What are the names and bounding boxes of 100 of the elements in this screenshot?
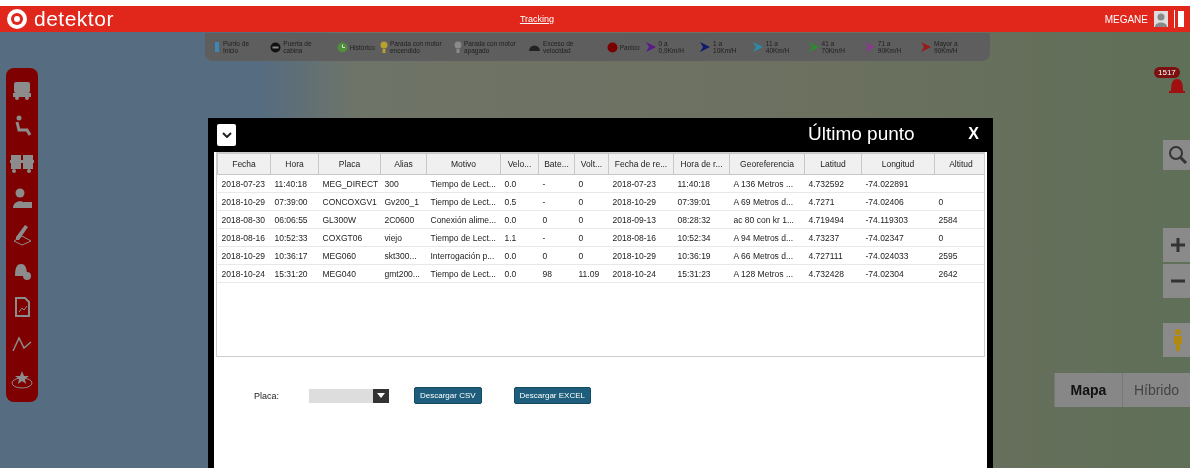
- table-cell: ac 80 con kr 1...: [733, 214, 794, 225]
- plate-select[interactable]: [309, 388, 389, 403]
- table-cell: 98: [542, 268, 552, 279]
- search-button[interactable]: [1163, 140, 1190, 170]
- table-cell: 4.732428: [808, 268, 844, 279]
- table-cell: 2018-10-24: [612, 268, 656, 279]
- logout-icon[interactable]: [1174, 10, 1184, 28]
- column-header[interactable]: Fecha de re...: [608, 153, 674, 175]
- table-cell: 4.732592: [808, 178, 844, 189]
- arrow-icon: [920, 41, 933, 53]
- column-header[interactable]: Volt...: [574, 153, 609, 175]
- column-header[interactable]: Longitud: [861, 153, 935, 175]
- table-cell: COXGT06: [322, 232, 363, 243]
- zoom-out-button[interactable]: [1163, 264, 1190, 298]
- table-cell: 10:52:33: [274, 232, 308, 243]
- table-cell: 0: [578, 214, 584, 225]
- table-cell: skt300...: [384, 250, 417, 261]
- table-cell: -: [542, 178, 546, 189]
- column-header[interactable]: Velo...: [500, 153, 539, 175]
- table-cell: 10:52:34: [677, 232, 711, 243]
- pegman-icon: [1172, 328, 1184, 352]
- column-header[interactable]: Alias: [380, 153, 427, 175]
- table-cell: 06:06:55: [274, 214, 308, 225]
- table-cell: CONCOXGV1: [322, 196, 377, 207]
- table-cell: -74.022891: [865, 178, 909, 189]
- table-cell: 2C0600: [384, 214, 415, 225]
- dot-icon: [606, 41, 618, 53]
- search-icon: [1168, 145, 1188, 165]
- table-cell: GL300W: [322, 214, 357, 225]
- caret-icon: [377, 393, 385, 398]
- collapse-button[interactable]: [217, 124, 236, 146]
- table-cell: 2018-08-16: [612, 232, 656, 243]
- table-cell: 2018-07-23: [612, 178, 656, 189]
- table-cell: 0: [938, 232, 944, 243]
- column-header[interactable]: Latitud: [804, 153, 862, 175]
- alarm-bell-icon[interactable]: [1168, 76, 1186, 96]
- column-header[interactable]: Georeferencia: [729, 153, 805, 175]
- arrow-icon: [644, 41, 657, 53]
- column-header[interactable]: Hora: [270, 153, 319, 175]
- person-car-icon: [10, 186, 34, 211]
- table-cell: 0: [578, 178, 584, 189]
- arrow-icon: [863, 41, 876, 53]
- table-cell: 07:39:00: [274, 196, 308, 207]
- logo-text: detektor: [34, 7, 114, 31]
- table-cell: 0: [938, 196, 944, 207]
- table-cell: 2018-08-16: [221, 232, 265, 243]
- column-header[interactable]: Hora de r...: [673, 153, 730, 175]
- table-cell: -: [542, 196, 546, 207]
- avatar-icon[interactable]: [1154, 11, 1168, 27]
- table-cell: Conexión alime...: [430, 214, 497, 225]
- table-cell: Tiempo de Lect...: [430, 268, 496, 279]
- close-button[interactable]: X: [968, 125, 979, 143]
- table-cell: 4.719494: [808, 214, 844, 225]
- minus-icon: [1171, 279, 1185, 283]
- table-cell: 15:31:20: [274, 268, 308, 279]
- table-cell: gmt200...: [384, 268, 420, 279]
- column-header[interactable]: Motivo: [426, 153, 501, 175]
- table-cell: 08:28:32: [677, 214, 711, 225]
- table-cell: 11:40:18: [274, 178, 307, 189]
- table-cell: 15:31:23: [677, 268, 711, 279]
- table-cell: 0.0: [504, 214, 517, 225]
- table-cell: Tiempo de Lect...: [430, 178, 496, 189]
- table-cell: MEG060: [322, 250, 357, 261]
- column-header[interactable]: Bate...: [538, 153, 575, 175]
- table-cell: -: [542, 232, 546, 243]
- table-cell: 0: [578, 250, 584, 261]
- table-cell: Tiempo de Lect...: [430, 196, 496, 207]
- table-cell: 0.5: [504, 196, 517, 207]
- download-button[interactable]: Descargar CSV: [414, 387, 482, 404]
- column-header[interactable]: Altitud: [934, 153, 984, 175]
- table-cell: 0.0: [504, 250, 517, 261]
- table-cell: 10:36:19: [677, 250, 711, 261]
- column-header[interactable]: Fecha: [217, 153, 271, 175]
- column-header[interactable]: Placa: [318, 153, 381, 175]
- table-cell: Interrogación p...: [430, 250, 495, 261]
- plus-icon: [1171, 238, 1185, 252]
- table-cell: 0.0: [504, 268, 517, 279]
- table-cell: MEG040: [322, 268, 357, 279]
- dialog-title: Último punto: [808, 123, 915, 145]
- table-cell: 2642: [938, 268, 958, 279]
- table-cell: 2018-07-23: [221, 178, 265, 189]
- table-cell: 0: [578, 232, 584, 243]
- pin-icon: [213, 41, 221, 53]
- tracking-link[interactable]: Tracking: [519, 14, 555, 24]
- table-cell: 0.0: [504, 178, 517, 189]
- arrow-icon: [751, 41, 764, 53]
- user-name: MEGANE: [1104, 13, 1148, 25]
- table-cell: -74.02304: [865, 268, 904, 279]
- table-cell: 0: [542, 214, 548, 225]
- table-cell: 4.73237: [808, 232, 840, 243]
- alert-count: 1517: [1154, 67, 1180, 78]
- table-cell: 2018-10-29: [612, 196, 656, 207]
- plate-label: Placa:: [254, 390, 279, 401]
- clock-icon: [336, 41, 348, 53]
- zoom-in-button[interactable]: [1163, 228, 1190, 262]
- table-cell: 2018-08-30: [221, 214, 265, 225]
- download-button[interactable]: Descargar EXCEL: [513, 387, 591, 404]
- table-cell: 11:40:18: [677, 178, 710, 189]
- table-cell: Tiempo de Lect...: [430, 232, 496, 243]
- table-cell: 300: [384, 178, 399, 189]
